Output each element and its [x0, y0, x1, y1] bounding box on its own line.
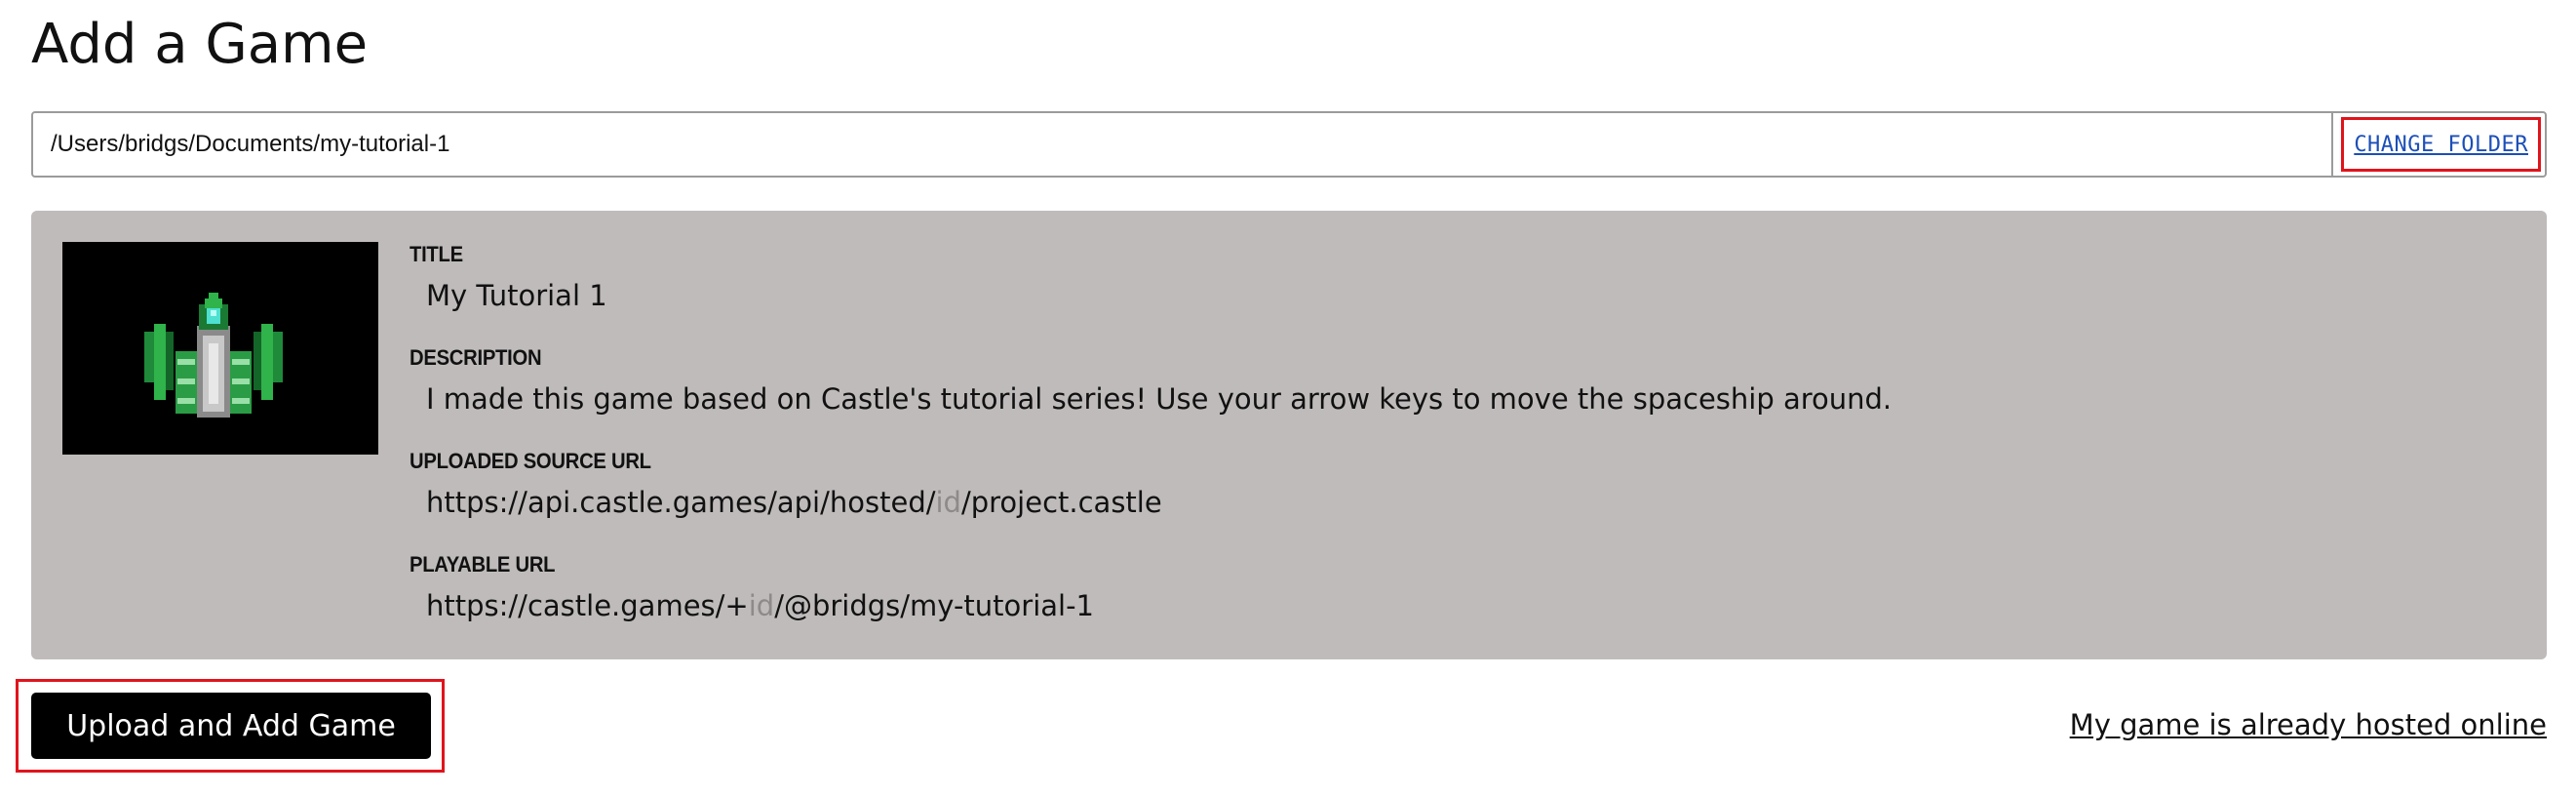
already-hosted-link[interactable]: My game is already hosted online	[2070, 708, 2547, 741]
game-thumbnail	[62, 242, 378, 455]
spaceship-icon	[144, 293, 283, 418]
change-folder-link[interactable]: CHANGE FOLDER	[2341, 117, 2541, 172]
source-url-value: https://api.castle.games/api/hosted/id/p…	[426, 486, 1162, 519]
folder-bar: /Users/bridgs/Documents/my-tutorial-1 CH…	[31, 111, 2547, 178]
playable-url-prefix: https://castle.games/+	[426, 589, 749, 622]
playable-url-value: https://castle.games/+id/@bridgs/my-tuto…	[426, 589, 1094, 622]
folder-divider	[2331, 112, 2334, 177]
source-url-suffix: /project.castle	[960, 486, 1162, 519]
description-value: I made this game based on Castle's tutor…	[426, 382, 1893, 416]
playable-url-suffix: /@bridgs/my-tutorial-1	[774, 589, 1094, 622]
title-value: My Tutorial 1	[426, 279, 607, 312]
page-title: Add a Game	[31, 13, 369, 76]
source-url-label: UPLOADED SOURCE URL	[410, 449, 651, 473]
upload-and-add-game-button[interactable]: Upload and Add Game	[31, 693, 431, 759]
source-url-id-placeholder: id	[935, 486, 961, 519]
source-url-prefix: https://api.castle.games/api/hosted/	[426, 486, 936, 519]
folder-path-field[interactable]: /Users/bridgs/Documents/my-tutorial-1	[33, 131, 2331, 158]
playable-url-label: PLAYABLE URL	[410, 552, 556, 577]
playable-url-id-placeholder: id	[748, 589, 775, 622]
description-label: DESCRIPTION	[410, 345, 542, 370]
title-label: TITLE	[410, 242, 463, 266]
game-info-panel: TITLE My Tutorial 1 DESCRIPTION I made t…	[31, 211, 2547, 659]
